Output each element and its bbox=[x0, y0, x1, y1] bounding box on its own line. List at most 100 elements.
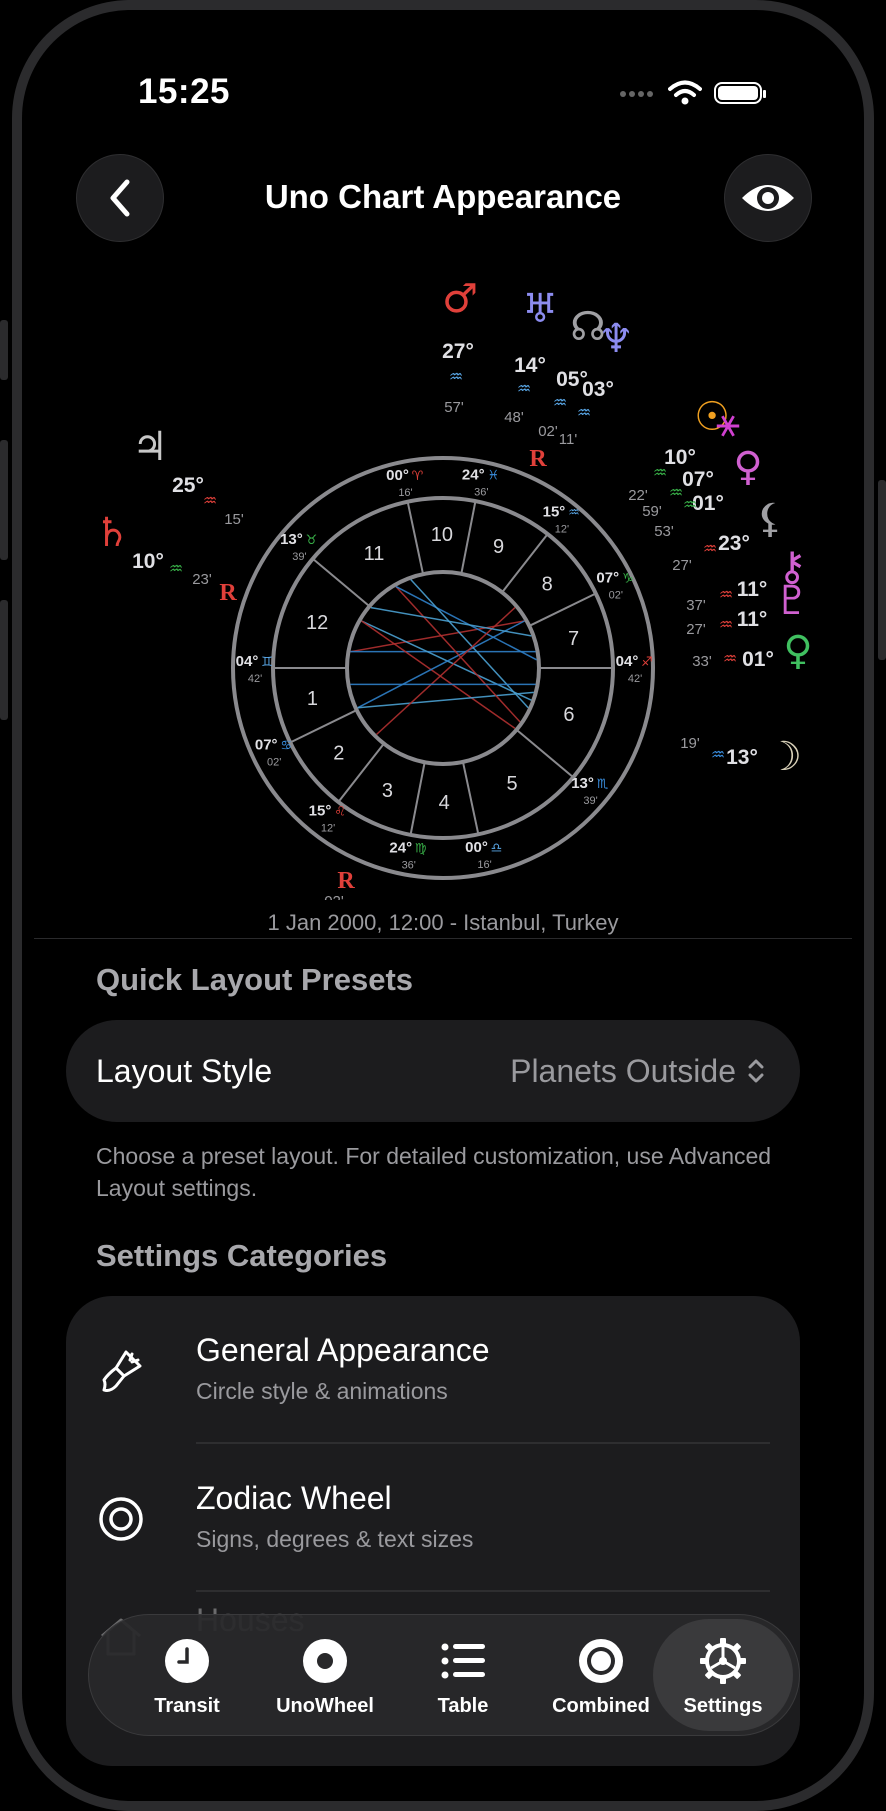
planet-sign: ♒ bbox=[669, 483, 683, 502]
planet-moon: ☽ 13°♒ 19' bbox=[680, 734, 802, 780]
planet-glyph: ⚸ bbox=[755, 496, 784, 542]
cusp-sign: ♉ bbox=[306, 533, 318, 548]
cusp-degree: 24° bbox=[389, 840, 412, 857]
house-cusp-line bbox=[515, 728, 574, 779]
planet-minute: 02' bbox=[324, 893, 344, 900]
cusp-minute: 39' bbox=[583, 795, 597, 807]
cusp-degree: 00° bbox=[386, 467, 409, 484]
cusp-degree: 07° bbox=[596, 570, 619, 587]
clock-icon bbox=[165, 1639, 209, 1683]
gear-icon bbox=[700, 1638, 746, 1684]
paintbrush-icon bbox=[102, 1350, 142, 1392]
target-icon bbox=[99, 1497, 143, 1541]
planet-degree: 25° bbox=[172, 474, 204, 497]
cusp-degree: 00° bbox=[465, 839, 488, 856]
cusp-minute: 36' bbox=[402, 860, 416, 872]
aspect-line bbox=[370, 606, 532, 637]
cusp-sign: ♑ bbox=[622, 572, 634, 587]
house-number: 6 bbox=[563, 704, 574, 726]
cusp-sign: ♌ bbox=[334, 805, 346, 820]
cusp-sign: ♍ bbox=[415, 842, 427, 857]
cusp-sign: ♓ bbox=[487, 468, 499, 483]
section-title-categories: Settings Categories bbox=[96, 1238, 388, 1273]
cusp-degree: 15° bbox=[543, 503, 566, 520]
planet-sign: ♒ bbox=[553, 393, 567, 412]
planet-degree: 13° bbox=[726, 746, 758, 769]
house-cusp-line bbox=[460, 500, 477, 574]
cusp-sign: ♐ bbox=[641, 655, 653, 670]
cusp-label: 07° ♑ 02' bbox=[596, 570, 633, 602]
category-zodiac-wheel[interactable]: Zodiac Wheel Signs, degrees & text sizes bbox=[66, 1444, 800, 1592]
tab-combined[interactable]: Combined bbox=[531, 1615, 671, 1735]
house-number: 1 bbox=[307, 688, 318, 710]
planet-degree: 07° bbox=[682, 468, 714, 491]
house-number: 7 bbox=[568, 628, 579, 650]
cusp-label: 00° ♈16' bbox=[386, 467, 424, 499]
planet-degree: 11° bbox=[737, 578, 768, 601]
planet-glyph: ♇ bbox=[774, 578, 810, 624]
cusp-sign: ♏ bbox=[597, 777, 609, 792]
cusp-minute: 39' bbox=[292, 551, 306, 563]
tab-table[interactable]: Table bbox=[393, 1615, 533, 1735]
natal-chart-wheel: 123456789101112 04° ♊42'07° ♋02'15° ♌12'24°… bbox=[94, 276, 813, 900]
planet-glyph: ♀ bbox=[783, 628, 812, 674]
planet-minute: 37' bbox=[686, 597, 706, 614]
tab-label: Combined bbox=[552, 1695, 650, 1717]
aspect-line bbox=[395, 586, 521, 723]
cusp-label: 04° ♊ 42' bbox=[236, 653, 273, 685]
cusp-label: 00° ♎16' bbox=[465, 839, 502, 871]
planet-jupiter: ♃25°♒ 15' bbox=[132, 424, 244, 528]
cusp-sign: ♈ bbox=[412, 469, 424, 484]
category-subtitle: Signs, degrees & text sizes bbox=[196, 1526, 474, 1552]
cusp-degree: 13° bbox=[280, 531, 303, 548]
retrograde-marker: R bbox=[529, 446, 547, 472]
ring-icon bbox=[579, 1639, 623, 1683]
planet-sign: ♒ bbox=[723, 649, 737, 668]
category-subtitle: Circle style & animations bbox=[196, 1378, 448, 1404]
planet-glyph: ♅ bbox=[522, 286, 558, 332]
chart-caption: 1 Jan 2000, 12:00 - Istanbul, Turkey bbox=[267, 910, 619, 935]
planet-glyph: ⚹ bbox=[716, 400, 740, 446]
house-number: 9 bbox=[493, 536, 504, 558]
planet-minute: 15' bbox=[224, 511, 244, 528]
tab-unowheel[interactable]: UnoWheel bbox=[255, 1615, 395, 1735]
cusp-degree: 07° bbox=[255, 736, 278, 753]
tab-settings[interactable]: Settings bbox=[653, 1619, 793, 1731]
house-cusp-line bbox=[337, 743, 385, 803]
house-cusp-line bbox=[409, 762, 426, 836]
planet-sign: ♒ bbox=[683, 495, 697, 514]
cusp-minute: 42' bbox=[628, 673, 642, 685]
planet-sign: ♒ bbox=[577, 403, 591, 422]
planet-degree: 03° bbox=[582, 378, 614, 401]
planet-minute: 48' bbox=[504, 409, 524, 426]
planet-venus2: ♀ 01° ♒ 33' bbox=[692, 628, 812, 674]
list-icon bbox=[441, 1643, 485, 1679]
house-cusp-line bbox=[312, 557, 371, 608]
category-general-appearance[interactable]: General Appearance Circle style & animat… bbox=[66, 1296, 800, 1444]
planet-glyph: ☽ bbox=[766, 734, 802, 780]
house-number: 8 bbox=[542, 574, 553, 596]
tab-label: Settings bbox=[683, 1695, 763, 1717]
planet-minute: 53' bbox=[654, 523, 674, 540]
cusp-degree: 04° bbox=[236, 653, 259, 670]
cusp-degree: 24° bbox=[462, 466, 485, 483]
cusp-minute: 02' bbox=[267, 756, 281, 768]
divider bbox=[34, 938, 852, 939]
tab-label: Transit bbox=[154, 1695, 220, 1717]
layout-style-picker[interactable]: Layout Style Planets Outside bbox=[66, 1020, 800, 1122]
planet-sign: ♒ bbox=[449, 367, 463, 386]
planet-minute: 27' bbox=[686, 621, 706, 638]
wheel-icon bbox=[303, 1639, 347, 1683]
house-number: 2 bbox=[333, 742, 344, 764]
cusp-sign: ♊ bbox=[261, 655, 273, 670]
layout-style-value: Planets Outside bbox=[510, 1053, 766, 1090]
planet-degree: 23° bbox=[718, 532, 750, 555]
planet-glyph: ♂ bbox=[442, 276, 478, 322]
planet-minute: 57' bbox=[444, 399, 464, 416]
tab-transit[interactable]: Transit bbox=[117, 1615, 257, 1735]
house-number: 3 bbox=[382, 780, 393, 802]
planet-glyph: ♀ bbox=[733, 444, 762, 490]
cusp-label: 04° ♐ 42' bbox=[616, 653, 653, 685]
house-cusp-line bbox=[461, 761, 480, 835]
house-number: 12 bbox=[306, 612, 328, 634]
